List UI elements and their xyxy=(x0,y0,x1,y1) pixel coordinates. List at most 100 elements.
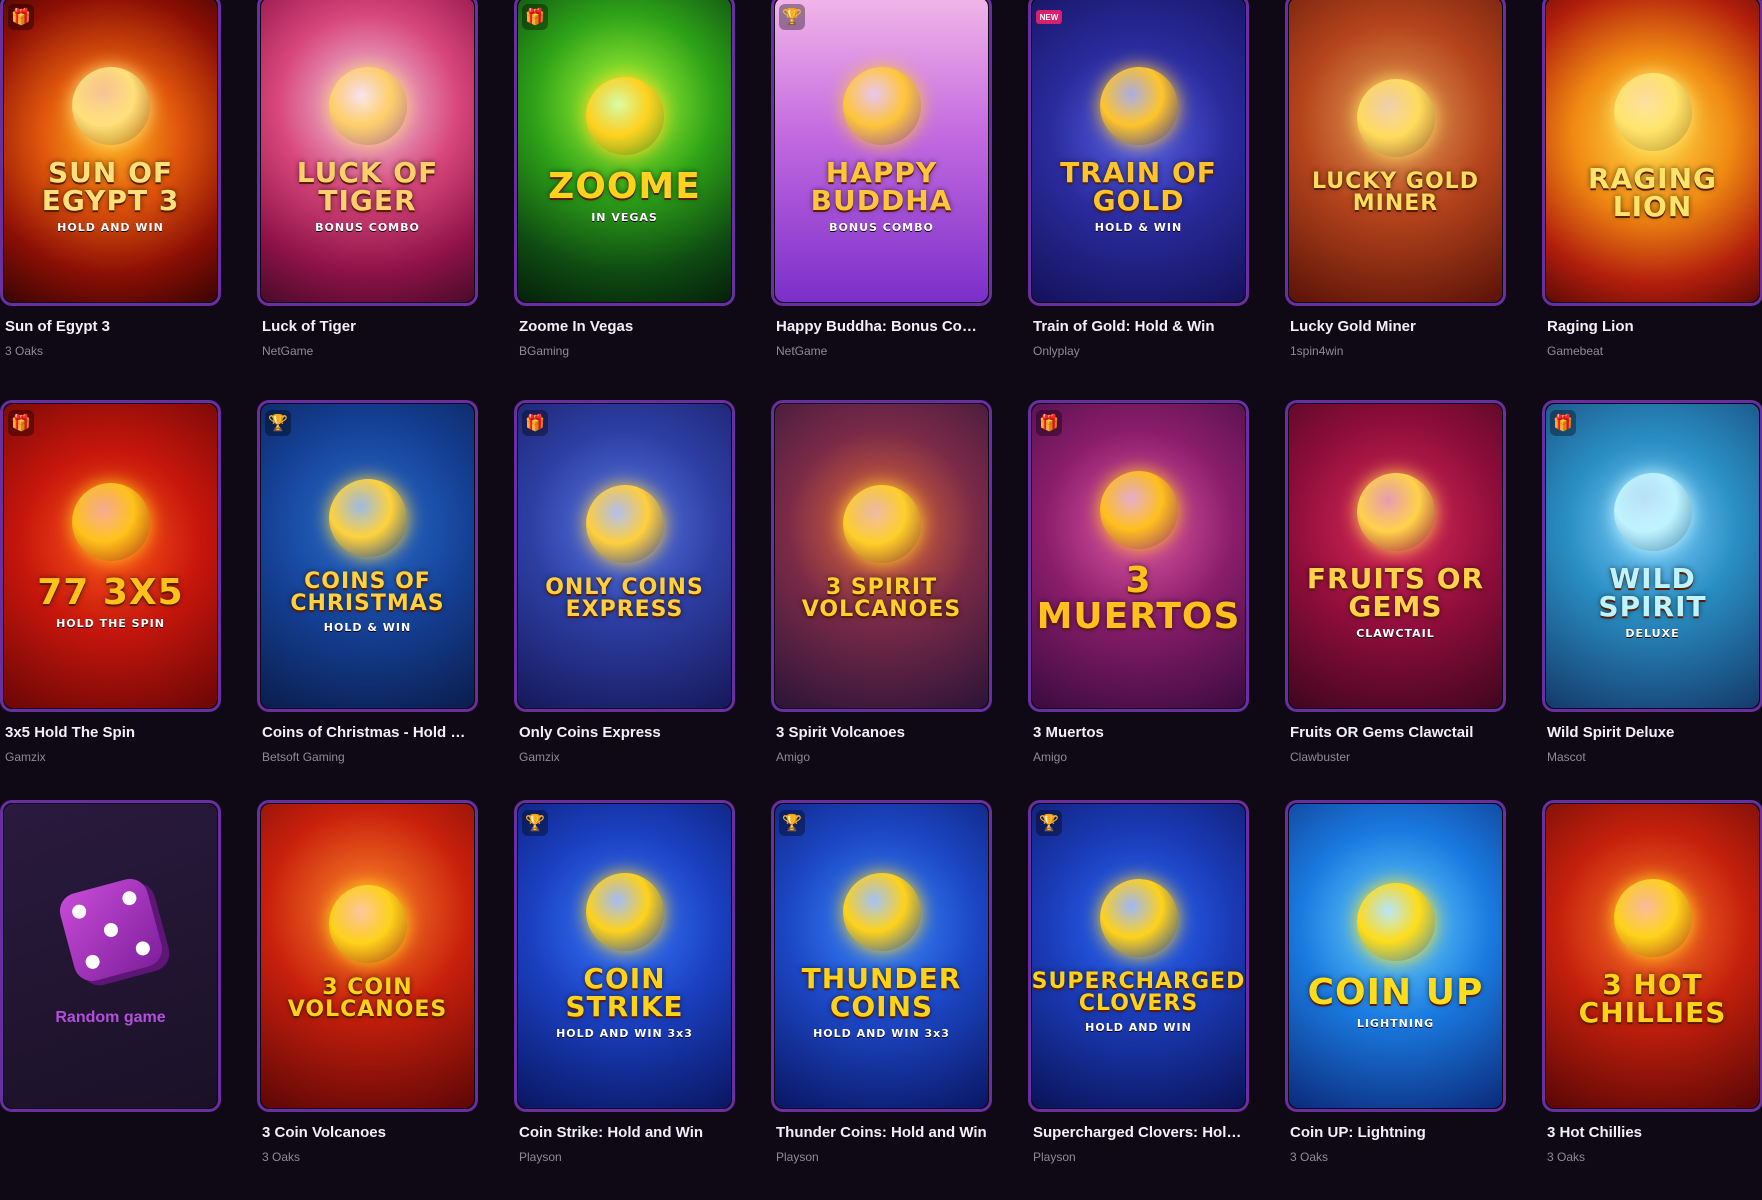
game-name[interactable]: Sun of Egypt 3 xyxy=(5,318,217,335)
new-badge: NEW xyxy=(1036,10,1062,24)
game-thumbnail[interactable]: 3 SPIRIT VOLCANOES xyxy=(771,400,992,712)
game-thumbnail[interactable]: 3 HOT CHILLIES xyxy=(1542,800,1762,1112)
game-thumbnail[interactable]: 77 3X5 HOLD THE SPIN 🎁 xyxy=(0,400,221,712)
game-artwork: LUCKY GOLD MINER xyxy=(1289,0,1502,302)
game-thumbnail[interactable]: ONLY COINS EXPRESS 🎁 xyxy=(514,400,735,712)
game-tile[interactable]: COIN STRIKE HOLD AND WIN 3x3 🏆 Coin Stri… xyxy=(514,800,735,1200)
game-thumbnail[interactable]: SUPERCHARGED CLOVERS HOLD AND WIN 🏆 xyxy=(1028,800,1249,1112)
trophy-icon: 🏆 xyxy=(779,4,805,30)
game-name[interactable]: Train of Gold: Hold & Win xyxy=(1033,318,1245,335)
games-grid: SUN OF EGYPT 3 HOLD AND WIN 🎁 Sun of Egy… xyxy=(0,0,1762,1200)
game-provider: 3 Oaks xyxy=(1290,1150,1329,1164)
game-art-title: RAGING LION xyxy=(1587,162,1718,223)
game-tile[interactable]: ZOOME IN VEGAS 🎁 Zoome In Vegas BGaming xyxy=(514,0,735,400)
game-thumbnail[interactable]: LUCKY GOLD MINER xyxy=(1285,0,1506,306)
game-thumbnail[interactable]: LUCK OF TIGER BONUS COMBO xyxy=(257,0,478,306)
game-name[interactable]: 3x5 Hold The Spin xyxy=(5,724,217,741)
game-tile[interactable]: ONLY COINS EXPRESS 🎁 Only Coins Express … xyxy=(514,400,735,800)
game-artwork: SUPERCHARGED CLOVERS HOLD AND WIN xyxy=(1032,804,1245,1108)
game-name[interactable]: Zoome In Vegas xyxy=(519,318,731,335)
game-tile[interactable]: SUN OF EGYPT 3 HOLD AND WIN 🎁 Sun of Egy… xyxy=(0,0,221,400)
game-art-title: ONLY COINS EXPRESS xyxy=(545,575,704,622)
game-provider: 3 Oaks xyxy=(5,344,44,358)
game-thumbnail[interactable]: COINS OF CHRISTMAS HOLD & WIN 🏆 xyxy=(257,400,478,712)
game-thumbnail[interactable]: 3 MUERTOS 🎁 xyxy=(1028,400,1249,712)
game-tile[interactable]: LUCK OF TIGER BONUS COMBO Luck of Tiger … xyxy=(257,0,478,400)
game-tile[interactable]: 3 HOT CHILLIES 3 Hot Chillies 3 Oaks xyxy=(1542,800,1762,1200)
game-name[interactable]: Supercharged Clovers: Hold and Win xyxy=(1033,1124,1245,1141)
game-name[interactable]: Coins of Christmas - Hold & Win xyxy=(262,724,474,741)
game-tile[interactable]: COIN UP LIGHTNING Coin UP: Lightning 3 O… xyxy=(1285,800,1506,1200)
game-emblem-icon xyxy=(842,485,921,563)
game-name[interactable]: Thunder Coins: Hold and Win xyxy=(776,1124,988,1141)
game-name[interactable]: Fruits OR Gems Clawctail xyxy=(1290,724,1502,741)
game-tile[interactable]: RAGING LION Raging Lion Gamebeat xyxy=(1542,0,1762,400)
game-emblem-icon xyxy=(1356,472,1435,551)
game-art-subtitle: DELUXE xyxy=(1625,626,1680,640)
game-name[interactable]: Coin UP: Lightning xyxy=(1290,1124,1502,1141)
game-emblem-icon xyxy=(585,485,664,563)
random-game-label[interactable]: Random game xyxy=(55,1009,165,1027)
game-tile[interactable]: TRAIN OF GOLD HOLD & WIN NEW Train of Go… xyxy=(1028,0,1249,400)
game-art-title: ZOOME xyxy=(548,165,701,207)
game-name[interactable]: Raging Lion xyxy=(1547,318,1759,335)
random-game-thumbnail[interactable]: Random game xyxy=(0,800,221,1112)
game-name[interactable]: Lucky Gold Miner xyxy=(1290,318,1502,335)
game-artwork: THUNDER COINS HOLD AND WIN 3x3 xyxy=(775,804,988,1108)
game-art-subtitle: BONUS COMBO xyxy=(315,220,420,234)
game-art-subtitle: BONUS COMBO xyxy=(829,220,934,234)
game-name[interactable]: Wild Spirit Deluxe xyxy=(1547,724,1759,741)
game-tile[interactable]: WILD SPIRIT DELUXE 🎁 Wild Spirit Deluxe … xyxy=(1542,400,1762,800)
game-tile[interactable]: 3 MUERTOS 🎁 3 Muertos Amigo xyxy=(1028,400,1249,800)
game-thumbnail[interactable]: SUN OF EGYPT 3 HOLD AND WIN 🎁 xyxy=(0,0,221,306)
gift-icon: 🎁 xyxy=(522,410,548,436)
game-thumbnail[interactable]: 3 COIN VOLCANOES xyxy=(257,800,478,1112)
game-emblem-icon xyxy=(71,482,150,561)
game-tile[interactable]: 77 3X5 HOLD THE SPIN 🎁 3x5 Hold The Spin… xyxy=(0,400,221,800)
game-name[interactable]: Happy Buddha: Bonus Combo xyxy=(776,318,988,335)
game-thumbnail[interactable]: THUNDER COINS HOLD AND WIN 3x3 🏆 xyxy=(771,800,992,1112)
game-provider: NetGame xyxy=(262,344,314,358)
game-name[interactable]: 3 Coin Volcanoes xyxy=(262,1124,474,1141)
random-game-tile[interactable]: Random game xyxy=(0,800,221,1200)
game-emblem-icon xyxy=(1099,66,1178,145)
game-art-title: LUCKY GOLD MINER xyxy=(1312,169,1479,216)
game-name[interactable]: 3 Muertos xyxy=(1033,724,1245,741)
game-tile[interactable]: COINS OF CHRISTMAS HOLD & WIN 🏆 Coins of… xyxy=(257,400,478,800)
game-provider: Amigo xyxy=(776,750,811,764)
game-artwork: ZOOME IN VEGAS xyxy=(518,0,731,302)
game-art-subtitle: HOLD THE SPIN xyxy=(56,616,165,630)
game-name[interactable]: Luck of Tiger xyxy=(262,318,474,335)
game-art-title: THUNDER COINS xyxy=(801,961,962,1023)
game-thumbnail[interactable]: FRUITS OR GEMS CLAWCTAIL xyxy=(1285,400,1506,712)
game-name[interactable]: Coin Strike: Hold and Win xyxy=(519,1124,731,1141)
game-thumbnail[interactable]: WILD SPIRIT DELUXE 🎁 xyxy=(1542,400,1762,712)
game-name[interactable]: 3 Spirit Volcanoes xyxy=(776,724,988,741)
game-thumbnail[interactable]: HAPPY BUDDHA BONUS COMBO 🏆 xyxy=(771,0,992,306)
game-thumbnail[interactable]: ZOOME IN VEGAS 🎁 xyxy=(514,0,735,306)
game-thumbnail[interactable]: RAGING LION xyxy=(1542,0,1762,306)
trophy-icon: 🏆 xyxy=(522,810,548,836)
game-artwork: 3 MUERTOS xyxy=(1032,404,1245,708)
game-name[interactable]: Only Coins Express xyxy=(519,724,731,741)
game-thumbnail[interactable]: COIN UP LIGHTNING xyxy=(1285,800,1506,1112)
game-artwork: COINS OF CHRISTMAS HOLD & WIN xyxy=(261,404,474,708)
game-tile[interactable]: LUCKY GOLD MINER Lucky Gold Miner 1spin4… xyxy=(1285,0,1506,400)
game-tile[interactable]: SUPERCHARGED CLOVERS HOLD AND WIN 🏆 Supe… xyxy=(1028,800,1249,1200)
game-tile[interactable]: HAPPY BUDDHA BONUS COMBO 🏆 Happy Buddha:… xyxy=(771,0,992,400)
game-tile[interactable]: 3 SPIRIT VOLCANOES 3 Spirit Volcanoes Am… xyxy=(771,400,992,800)
game-artwork: SUN OF EGYPT 3 HOLD AND WIN xyxy=(4,0,217,302)
dice-icon xyxy=(55,874,166,986)
trophy-icon: 🏆 xyxy=(1036,810,1062,836)
game-thumbnail[interactable]: COIN STRIKE HOLD AND WIN 3x3 🏆 xyxy=(514,800,735,1112)
game-art-subtitle: CLAWCTAIL xyxy=(1356,626,1435,640)
game-tile[interactable]: 3 COIN VOLCANOES 3 Coin Volcanoes 3 Oaks xyxy=(257,800,478,1200)
game-provider: Playson xyxy=(776,1150,819,1164)
game-artwork: LUCK OF TIGER BONUS COMBO xyxy=(261,0,474,302)
game-tile[interactable]: FRUITS OR GEMS CLAWCTAIL Fruits OR Gems … xyxy=(1285,400,1506,800)
game-thumbnail[interactable]: TRAIN OF GOLD HOLD & WIN NEW xyxy=(1028,0,1249,306)
game-artwork: 3 HOT CHILLIES xyxy=(1546,804,1759,1108)
game-tile[interactable]: THUNDER COINS HOLD AND WIN 3x3 🏆 Thunder… xyxy=(771,800,992,1200)
game-art-title: 3 MUERTOS xyxy=(1036,560,1241,637)
game-name[interactable]: 3 Hot Chillies xyxy=(1547,1124,1759,1141)
